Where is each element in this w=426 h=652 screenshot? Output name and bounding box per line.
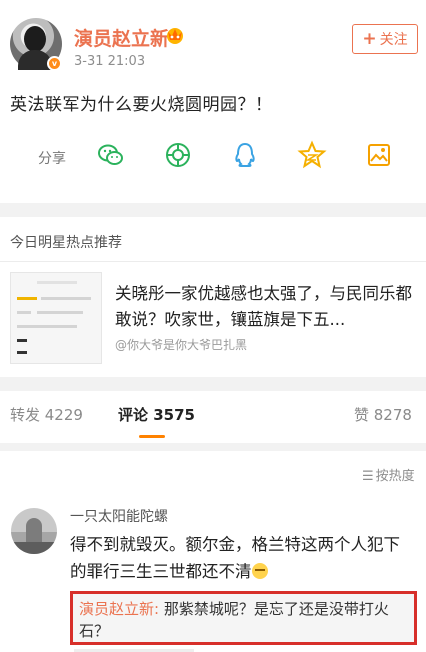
weibo-post: v 演员赵立新 3-31 21:03 + 关注 英法联军为什么要火烧圆明园？！ … (0, 0, 426, 203)
separator (0, 261, 426, 262)
section-divider (0, 377, 426, 391)
comment-body: 得不到就毁灭。额尔金，格兰特这两个人犯下的罪行三生三世都还不清 (70, 535, 400, 581)
hot-recommendation: 今日明星热点推荐 关晓彤一家优越感也太强了，与民同乐都敢说？吹家世，镶蓝旗是下五… (0, 217, 426, 377)
active-tab-indicator (139, 435, 165, 438)
sort-label: 按热度 (375, 469, 415, 484)
commenter-avatar[interactable] (11, 508, 57, 554)
hot-thumbnail[interactable] (10, 272, 102, 364)
section-divider (0, 443, 426, 451)
sort-button[interactable]: ☰ 按热度 (362, 465, 415, 484)
hot-source[interactable]: @你大爷是你大爷巴扎黑 (115, 336, 247, 353)
wechat-icon[interactable] (96, 140, 126, 170)
sort-icon: ☰ (362, 469, 374, 484)
comment-text: 得不到就毁灭。额尔金，格兰特这两个人犯下的罪行三生三世都还不清 (70, 531, 415, 585)
post-author-name[interactable]: 演员赵立新 (74, 24, 169, 51)
reply-box[interactable]: 演员赵立新: 那紫禁城呢？是忘了还是没带打火石？ (70, 591, 417, 645)
comment-list: ☰ 按热度 一只太阳能陀螺 得不到就毁灭。额尔金，格兰特这两个人犯下的罪行三生三世… (0, 451, 426, 652)
plus-icon: + (362, 29, 377, 49)
commenter-name[interactable]: 一只太阳能陀螺 (70, 506, 168, 526)
share-label: 分享 (38, 151, 66, 167)
sweat-emoji-icon (251, 563, 268, 579)
share-bar: 分享 (0, 138, 426, 174)
reply-author[interactable]: 演员赵立新: (79, 600, 159, 618)
moments-icon[interactable] (163, 140, 193, 170)
save-image-icon[interactable] (364, 140, 394, 170)
v-badge-icon: v (47, 56, 62, 71)
post-text: 英法联军为什么要火烧圆明园？！ (10, 95, 273, 115)
hot-section-title: 今日明星热点推荐 (10, 235, 122, 251)
member-crown-icon (167, 28, 183, 44)
hot-headline[interactable]: 关晓彤一家优越感也太强了，与民同乐都敢说？吹家世，镶蓝旗是下五... (115, 281, 415, 333)
post-timestamp: 3-31 21:03 (74, 54, 146, 69)
interaction-tabs: 转发 4229 评论 3575 赞 8278 (0, 391, 426, 443)
follow-button[interactable]: + 关注 (352, 24, 418, 54)
qzone-icon[interactable] (297, 140, 327, 170)
section-divider (0, 203, 426, 217)
tab-repost[interactable]: 转发 4229 (10, 404, 83, 425)
follow-label: 关注 (379, 32, 408, 48)
reply-text: 演员赵立新: 那紫禁城呢？是忘了还是没带打火石？ (79, 598, 408, 642)
qq-icon[interactable] (230, 140, 260, 170)
tab-like[interactable]: 赞 8278 (354, 404, 412, 425)
tab-comment[interactable]: 评论 3575 (118, 404, 195, 425)
